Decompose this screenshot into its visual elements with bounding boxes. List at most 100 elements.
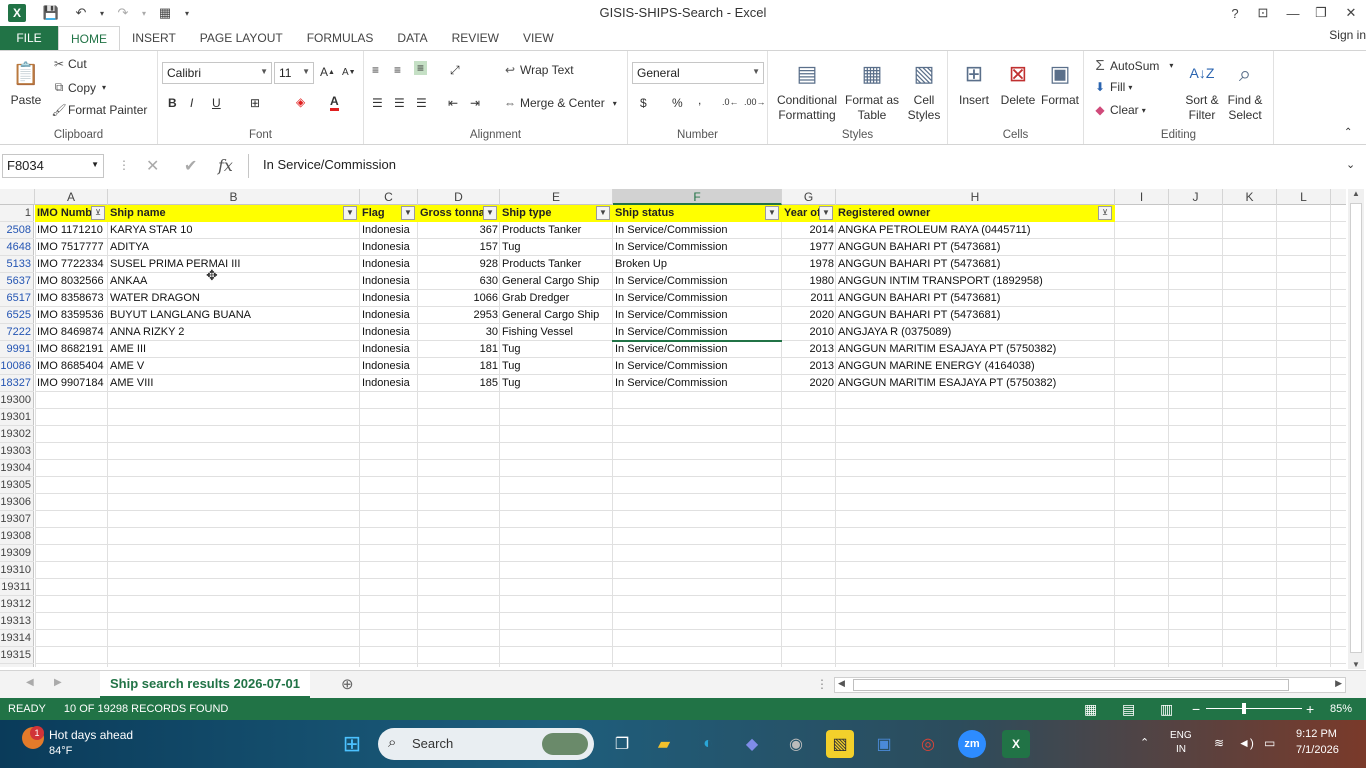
merge-center-button[interactable]: ⇔ Merge & Center ▾ xyxy=(500,96,617,110)
filter-dropdown-icon[interactable]: ▼ xyxy=(401,206,415,220)
app-icon[interactable]: ◆ xyxy=(738,730,766,758)
remote-app-icon[interactable]: ▣ xyxy=(870,730,898,758)
table-cell-status[interactable]: In Service/Commission xyxy=(613,290,782,307)
table-cell-imo[interactable]: IMO 8685404 xyxy=(35,358,108,375)
comma-button[interactable]: , xyxy=(698,93,701,107)
column-header-i[interactable]: I xyxy=(1115,189,1169,205)
enter-entry-icon[interactable]: ✔ xyxy=(184,156,197,176)
decrease-decimal-icon[interactable]: .00→ xyxy=(744,97,766,107)
volume-icon[interactable]: ◄) xyxy=(1238,736,1254,750)
row-header[interactable]: 18327 xyxy=(0,375,34,392)
clear-button[interactable]: ◆ Clear ▾ xyxy=(1090,103,1145,117)
column-header-g[interactable]: G xyxy=(782,189,836,205)
decrease-font-icon[interactable]: A ▼ xyxy=(342,67,356,78)
show-hidden-icons[interactable]: ⌃ xyxy=(1140,736,1149,749)
customize-qat-icon[interactable]: ▾ xyxy=(180,0,194,26)
table-cell-flag[interactable]: Indonesia xyxy=(360,324,418,341)
format-cells-button[interactable]: ▣ Format xyxy=(1038,57,1082,108)
column-header-k[interactable]: K xyxy=(1223,189,1277,205)
table-cell-gt[interactable]: 181 xyxy=(418,358,500,375)
format-as-table-button[interactable]: ▦ Format as Table xyxy=(844,57,900,123)
table-cell-flag[interactable]: Indonesia xyxy=(360,273,418,290)
redo-dropdown-icon[interactable]: ▾ xyxy=(138,0,150,26)
tab-data[interactable]: DATA xyxy=(385,26,439,50)
table-cell-name[interactable]: WATER DRAGON xyxy=(108,290,360,307)
font-size-select[interactable]: 11 ▼ xyxy=(274,62,314,84)
help-button[interactable]: ? xyxy=(1220,0,1250,26)
insert-function-button[interactable]: fx xyxy=(218,156,233,175)
table-header-cell[interactable]: Registered owner xyxy=(836,205,1115,222)
row-header[interactable]: 7222 xyxy=(0,324,34,341)
row-header[interactable]: 19315 xyxy=(0,647,34,664)
autosum-button[interactable]: Σ AutoSum ▾ xyxy=(1090,57,1173,74)
table-cell-type[interactable]: Products Tanker xyxy=(500,222,613,239)
sheet-tab-active[interactable]: Ship search results 2026-07-01 xyxy=(100,671,310,698)
table-cell-owner[interactable]: ANGGUN BAHARI PT (5473681) xyxy=(836,290,1115,307)
top-align-icon[interactable]: ≡ xyxy=(372,63,379,77)
column-header-h[interactable]: H xyxy=(836,189,1115,205)
filter-applied-icon[interactable]: ⊻ xyxy=(1098,206,1112,220)
weather-title[interactable]: Hot days ahead xyxy=(49,728,133,742)
filter-dropdown-icon[interactable]: ▼ xyxy=(596,206,610,220)
table-cell-gt[interactable]: 181 xyxy=(418,341,500,358)
table-cell-imo[interactable]: IMO 7517777 xyxy=(35,239,108,256)
row-header[interactable]: 19312 xyxy=(0,596,34,613)
table-header-cell[interactable]: Ship name xyxy=(108,205,360,222)
paste-button[interactable]: 📋 Paste xyxy=(6,57,46,108)
table-cell-imo[interactable]: IMO 8032566 xyxy=(35,273,108,290)
table-cell-name[interactable]: SUSEL PRIMA PERMAI III xyxy=(108,256,360,273)
expand-formula-bar-icon[interactable]: ⌄ xyxy=(1346,158,1355,171)
vertical-scrollbar[interactable]: ▲ ▼ xyxy=(1348,189,1364,669)
table-cell-year[interactable]: 2014 xyxy=(782,222,836,239)
form-icon[interactable]: ▦ xyxy=(150,0,180,26)
table-cell-type[interactable]: Grab Dredger xyxy=(500,290,613,307)
cell-styles-button[interactable]: ▧ Cell Styles xyxy=(902,57,946,123)
table-cell-status[interactable]: In Service/Commission xyxy=(613,358,782,375)
task-view-icon[interactable]: ❐ xyxy=(608,730,636,758)
language-indicator[interactable]: ENG xyxy=(1170,730,1192,741)
italic-button[interactable]: I xyxy=(190,96,193,110)
restore-button[interactable]: ❐ xyxy=(1306,0,1336,26)
tab-split-handle-icon[interactable]: ⋮ xyxy=(816,677,828,691)
bold-button[interactable]: B xyxy=(168,96,177,110)
table-cell-gt[interactable]: 30 xyxy=(418,324,500,341)
wrap-text-button[interactable]: ↩ Wrap Text xyxy=(500,63,574,77)
table-cell-flag[interactable]: Indonesia xyxy=(360,358,418,375)
table-cell-flag[interactable]: Indonesia xyxy=(360,307,418,324)
column-header-b[interactable]: B xyxy=(108,189,360,205)
zoom-in-button[interactable]: + xyxy=(1306,701,1314,717)
table-cell-owner[interactable]: ANGGUN MARITIM ESAJAYA PT (5750382) xyxy=(836,375,1115,392)
table-cell-type[interactable]: Tug xyxy=(500,358,613,375)
tab-file[interactable]: FILE xyxy=(0,26,58,50)
table-cell-flag[interactable]: Indonesia xyxy=(360,290,418,307)
table-cell-type[interactable]: Tug xyxy=(500,341,613,358)
table-cell-gt[interactable]: 1066 xyxy=(418,290,500,307)
table-cell-year[interactable]: 1977 xyxy=(782,239,836,256)
excel-taskbar-icon[interactable]: X xyxy=(1002,730,1030,758)
collapse-ribbon-icon[interactable]: ⌃ xyxy=(1344,127,1352,138)
scroll-sheets-left-icon[interactable]: ◀ xyxy=(26,677,34,688)
table-cell-flag[interactable]: Indonesia xyxy=(360,375,418,392)
tab-formulas[interactable]: FORMULAS xyxy=(295,26,386,50)
currency-button[interactable]: $ xyxy=(640,96,647,110)
zoom-slider-thumb[interactable] xyxy=(1242,703,1246,714)
table-cell-owner[interactable]: ANGGUN BAHARI PT (5473681) xyxy=(836,307,1115,324)
zoom-out-button[interactable]: − xyxy=(1192,701,1200,717)
tab-page-layout[interactable]: PAGE LAYOUT xyxy=(188,26,295,50)
page-layout-view-icon[interactable]: ▤ xyxy=(1122,701,1135,718)
filter-applied-icon[interactable]: ⊻ xyxy=(91,206,105,220)
minimize-button[interactable]: — xyxy=(1278,0,1308,26)
filter-dropdown-icon[interactable]: ▼ xyxy=(343,206,357,220)
increase-decimal-icon[interactable]: .0← xyxy=(722,97,739,107)
column-header-j[interactable]: J xyxy=(1169,189,1223,205)
row-header[interactable]: 19310 xyxy=(0,562,34,579)
insert-cells-button[interactable]: ⊞ Insert xyxy=(952,57,996,108)
table-cell-year[interactable]: 1980 xyxy=(782,273,836,290)
select-all-corner[interactable] xyxy=(0,189,35,205)
table-cell-owner[interactable]: ANGJAYA R (0375089) xyxy=(836,324,1115,341)
row-header[interactable]: 9991 xyxy=(0,341,34,358)
decrease-indent-icon[interactable]: ⇤ xyxy=(448,96,458,110)
table-cell-year[interactable]: 2020 xyxy=(782,375,836,392)
row-header[interactable]: 19303 xyxy=(0,443,34,460)
cut-button[interactable]: ✂ Cut xyxy=(50,57,87,71)
